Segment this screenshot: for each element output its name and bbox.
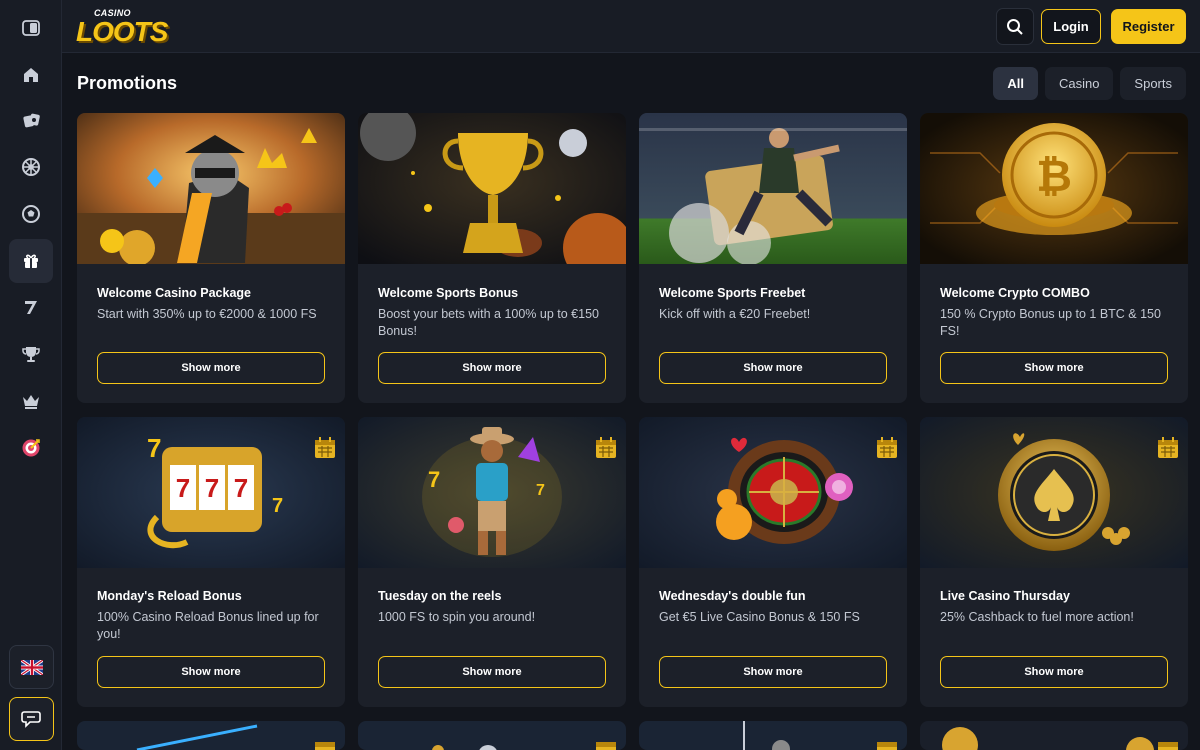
promo-card: Welcome Casino Package Start with 350% u…	[77, 113, 345, 403]
calendar-icon	[1158, 742, 1178, 750]
promo-description: Boost your bets with a 100% up to €150 B…	[378, 307, 599, 338]
sidebar-item-missions[interactable]	[9, 426, 53, 470]
calendar-icon	[315, 742, 335, 750]
sidebar-item-tournaments[interactable]	[9, 332, 53, 376]
promo-description: 100% Casino Reload Bonus lined up for yo…	[97, 610, 319, 641]
sidebar-item-vip[interactable]	[9, 379, 53, 423]
promo-title: Tuesday on the reels	[378, 589, 502, 603]
promo-image-live-casino-thursday	[920, 417, 1188, 568]
promo-image-sports-bonus	[358, 113, 626, 264]
calendar-icon	[877, 437, 897, 458]
show-more-button[interactable]: Show more	[378, 352, 606, 384]
sidebar-item-slots[interactable]	[9, 99, 53, 143]
calendar-icon	[596, 437, 616, 458]
sidebar-item-home[interactable]	[9, 53, 53, 97]
svg-text:7: 7	[147, 433, 161, 463]
svg-text:7: 7	[272, 495, 283, 517]
svg-text:₿: ₿	[1036, 152, 1072, 201]
promo-card: 7 7 7 7 7 Monday's Reload Bonus 100% Cas…	[77, 417, 345, 707]
promo-description: Get €5 Live Casino Bonus & 150 FS	[659, 610, 860, 624]
collapse-icon	[22, 20, 40, 36]
promo-image-sports-freebet	[639, 113, 907, 264]
login-button[interactable]: Login	[1041, 9, 1101, 44]
target-icon	[22, 439, 40, 457]
uk-flag-icon	[20, 659, 43, 675]
promo-description: Kick off with a €20 Freebet!	[659, 307, 811, 321]
live-chat-button[interactable]	[9, 697, 54, 741]
promo-card: Welcome Sports Freebet Kick off with a €…	[639, 113, 907, 403]
register-button[interactable]: Register	[1111, 9, 1186, 44]
promo-card: Welcome Sports Bonus Boost your bets wit…	[358, 113, 626, 403]
show-more-button[interactable]: Show more	[940, 656, 1168, 688]
show-more-button[interactable]: Show more	[940, 352, 1168, 384]
svg-text:7: 7	[176, 473, 190, 503]
calendar-icon	[596, 742, 616, 750]
show-more-button[interactable]: Show more	[659, 656, 887, 688]
sports-ball-icon	[22, 205, 40, 223]
sidebar	[0, 0, 62, 750]
sidebar-item-promotions[interactable]	[9, 239, 53, 283]
sidebar-item-roulette[interactable]	[9, 145, 53, 189]
promo-title: Live Casino Thursday	[940, 589, 1070, 603]
filter-all[interactable]: All	[993, 67, 1038, 100]
promotion-filters: All Casino Sports	[993, 67, 1186, 100]
promo-image-casino-package	[77, 113, 345, 264]
calendar-icon	[315, 437, 335, 458]
promo-image-wednesday-double-fun	[639, 417, 907, 568]
promo-card: ₿ Welcome Crypto COMBO 150 % Crypto Bonu…	[920, 113, 1188, 403]
promo-description: 25% Cashback to fuel more action!	[940, 610, 1134, 624]
promo-image-tuesday-reels: 7 7	[358, 417, 626, 568]
show-more-button[interactable]: Show more	[97, 656, 325, 688]
promo-card-partial	[639, 721, 907, 750]
casino-loots-logo[interactable]: CASINO LOOTS	[76, 6, 168, 48]
roulette-icon	[22, 158, 40, 176]
filter-casino[interactable]: Casino	[1044, 67, 1114, 100]
promo-description: 1000 FS to spin you around!	[378, 610, 536, 624]
promo-title: Welcome Casino Package	[97, 286, 252, 300]
search-icon	[1007, 18, 1023, 35]
promo-description: 150 % Crypto Bonus up to 1 BTC & 150 FS!	[940, 307, 1161, 338]
promo-description: Start with 350% up to €2000 & 1000 FS	[97, 307, 317, 321]
seven-icon	[25, 301, 37, 314]
promo-card: Wednesday's double fun Get €5 Live Casin…	[639, 417, 907, 707]
promo-title: Wednesday's double fun	[659, 589, 806, 603]
promo-card-partial	[77, 721, 345, 750]
top-bar: CASINO LOOTS Login Register	[62, 0, 1200, 53]
svg-text:7: 7	[205, 473, 219, 503]
svg-text:7: 7	[428, 467, 440, 492]
calendar-icon	[877, 742, 897, 750]
promo-card: Live Casino Thursday 25% Cashback to fue…	[920, 417, 1188, 707]
promo-title: Welcome Sports Bonus	[378, 286, 519, 300]
promo-card-partial	[358, 721, 626, 750]
filter-sports[interactable]: Sports	[1120, 67, 1186, 100]
svg-text:7: 7	[234, 473, 248, 503]
promo-title: Monday's Reload Bonus	[97, 589, 242, 603]
promo-card-partial	[920, 721, 1188, 750]
slots-icon	[23, 113, 40, 128]
show-more-button[interactable]: Show more	[659, 352, 887, 384]
promo-card: 7 7 Tuesday on the reels 1000 FS to spin…	[358, 417, 626, 707]
gift-icon	[24, 254, 38, 268]
language-button[interactable]	[9, 645, 54, 689]
chat-icon	[20, 711, 41, 728]
calendar-icon	[1158, 437, 1178, 458]
trophy-icon	[22, 347, 40, 362]
page-title: Promotions	[77, 73, 178, 93]
crown-icon	[23, 395, 39, 409]
show-more-button[interactable]: Show more	[97, 352, 325, 384]
show-more-button[interactable]: Show more	[378, 656, 606, 688]
promo-title: Welcome Crypto COMBO	[940, 286, 1090, 300]
svg-text:7: 7	[536, 482, 545, 499]
promo-title: Welcome Sports Freebet	[659, 286, 806, 300]
promo-image-crypto-combo: ₿	[920, 113, 1188, 264]
collapse-sidebar-button[interactable]	[9, 6, 53, 50]
sidebar-item-sports[interactable]	[9, 192, 53, 236]
search-button[interactable]	[996, 8, 1034, 45]
sidebar-item-seven[interactable]	[9, 285, 53, 329]
promo-image-monday-reload: 7 7 7 7 7	[77, 417, 345, 568]
home-icon	[24, 68, 38, 82]
